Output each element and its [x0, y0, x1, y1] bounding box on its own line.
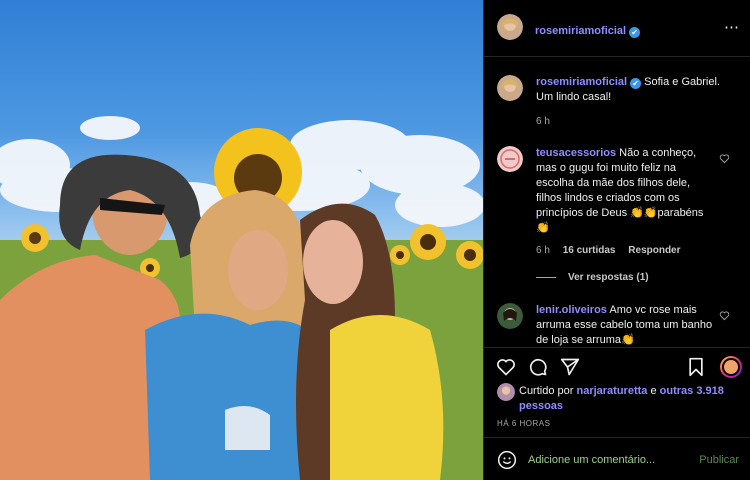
- likes-summary: Curtido por narjaraturetta e outras 3.91…: [519, 384, 744, 414]
- caption: rosemiriamoficial ✔ Sofia e Gabriel. Um l…: [536, 75, 726, 105]
- comment-icon[interactable]: [528, 357, 548, 377]
- reply-button[interactable]: Responder: [628, 245, 680, 256]
- story-ring-avatar[interactable]: [720, 356, 742, 378]
- view-replies-button[interactable]: Ver respostas (1): [568, 272, 649, 283]
- verified-badge-icon: ✔: [629, 27, 641, 38]
- photo-illustration: [0, 116, 483, 480]
- replies-line: [536, 277, 556, 278]
- liker-avatar[interactable]: [497, 383, 515, 401]
- share-icon[interactable]: [560, 357, 580, 377]
- bookmark-icon[interactable]: [687, 357, 705, 377]
- liked-by-label: Curtido por: [519, 385, 574, 397]
- comment-author[interactable]: lenir.oliveiros: [536, 304, 607, 316]
- emoji-icon[interactable]: [497, 450, 517, 470]
- post-photo[interactable]: [0, 0, 483, 480]
- comment-likes[interactable]: 16 curtidas: [563, 245, 616, 256]
- header-divider: [484, 56, 750, 57]
- caption-avatar[interactable]: [497, 75, 523, 101]
- actions-bar: [484, 347, 750, 385]
- post-timestamp: HÁ 6 HORAS: [497, 419, 551, 428]
- liker-username[interactable]: narjaraturetta: [576, 385, 647, 397]
- comment-like-heart-icon[interactable]: [719, 153, 730, 164]
- heart-icon[interactable]: [496, 357, 516, 377]
- comment-item: teusacessorios Não a conheço, mas o gugu…: [536, 146, 714, 236]
- comment-text: Não a conheço, mas o gugu foi muito feli…: [536, 147, 704, 234]
- caption-time: 6 h: [536, 116, 550, 127]
- comment-item: lenir.oliveiros Amo vc rose mais arruma …: [536, 303, 716, 348]
- author-username[interactable]: rosemiriamoficial: [535, 25, 626, 37]
- comment-time: 6 h: [536, 245, 550, 256]
- post-panel: rosemiriamoficial ✔ ⋯ rosemiriamoficial ✔ …: [483, 0, 750, 480]
- verified-badge-icon: ✔: [630, 78, 642, 89]
- comment-avatar[interactable]: [497, 303, 523, 329]
- header-author[interactable]: rosemiriamoficial ✔: [535, 21, 641, 39]
- comment-input[interactable]: Adicione um comentário...: [528, 454, 655, 466]
- post-header: rosemiriamoficial ✔ ⋯: [484, 0, 750, 56]
- author-avatar[interactable]: [497, 14, 523, 40]
- comment-author[interactable]: teusacessorios: [536, 147, 616, 159]
- comment-like-heart-icon[interactable]: [719, 310, 730, 321]
- likes-connector: e: [650, 385, 657, 397]
- publish-button[interactable]: Publicar: [699, 454, 739, 466]
- more-options-icon[interactable]: ⋯: [724, 18, 739, 36]
- comment-meta: 6 h 16 curtidas Responder: [536, 245, 681, 256]
- comment-input-row: Adicione um comentário... Publicar: [484, 438, 750, 480]
- caption-author[interactable]: rosemiriamoficial: [536, 76, 627, 88]
- comment-avatar[interactable]: [497, 146, 523, 172]
